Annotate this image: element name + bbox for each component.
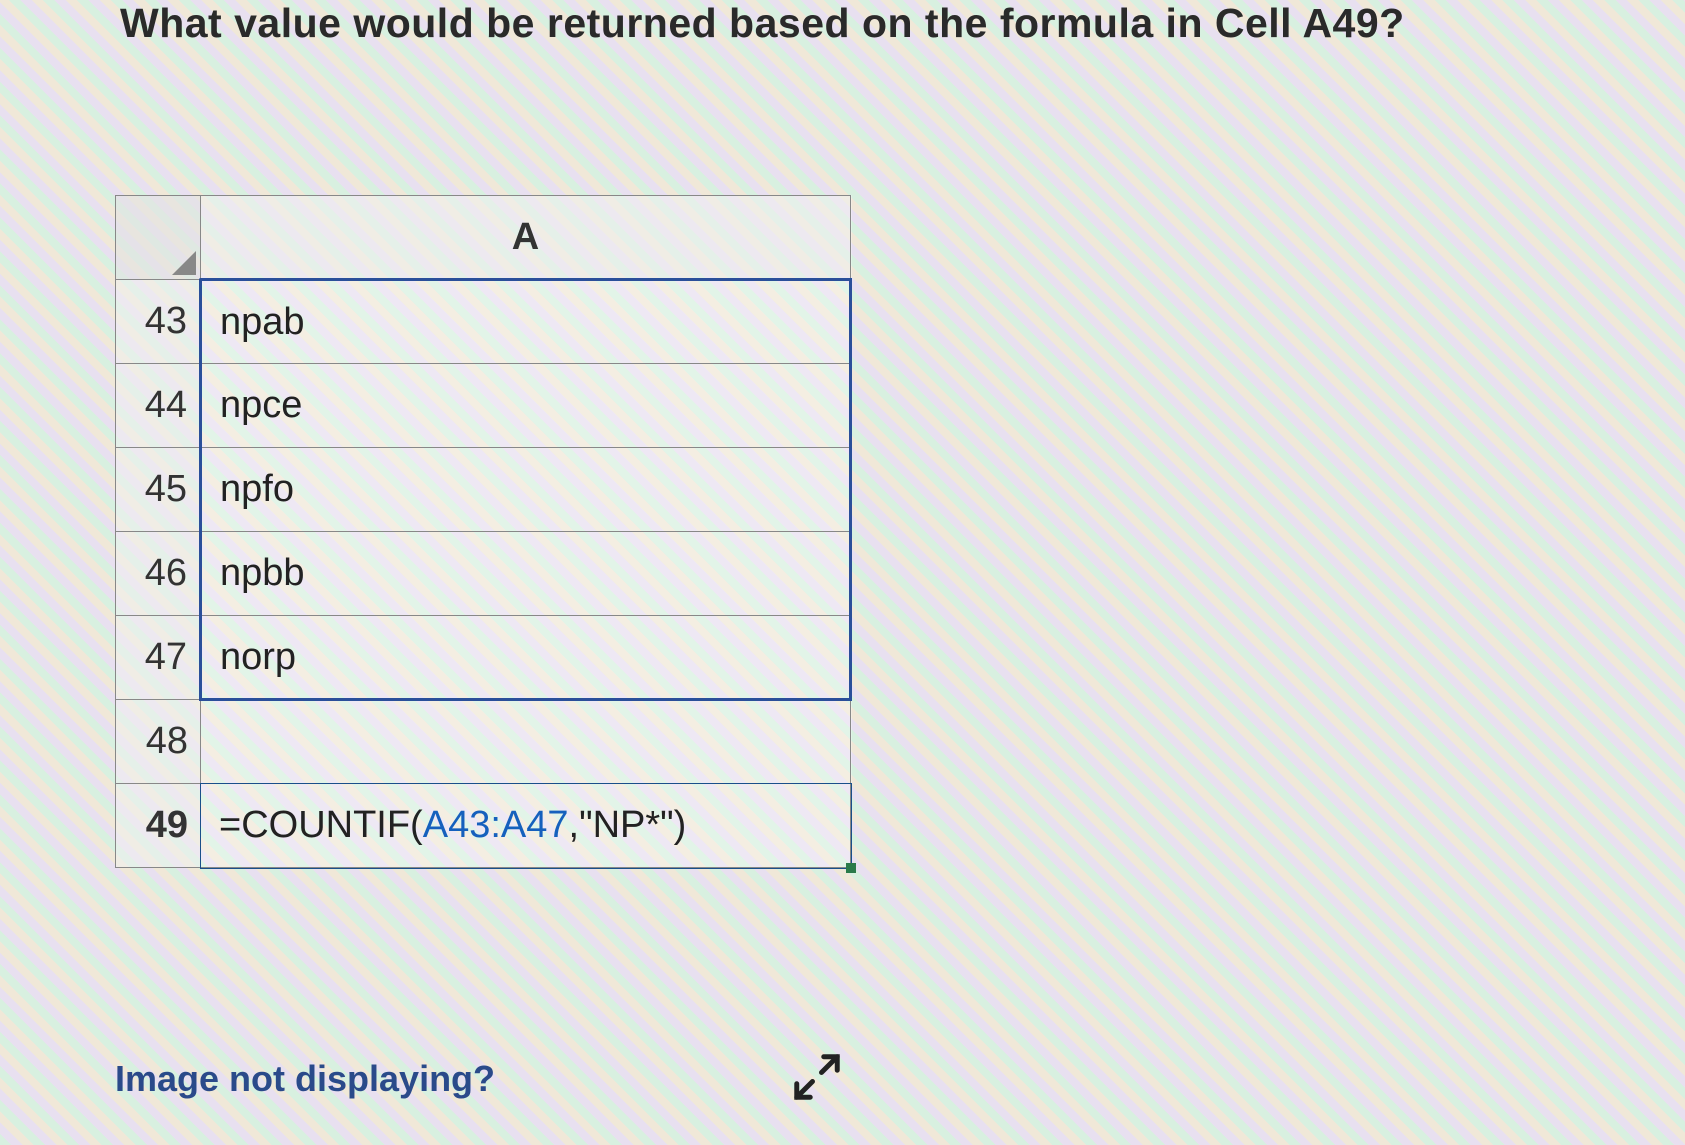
formula-suffix: ,"NP*"): [569, 804, 687, 846]
row-header[interactable]: 43: [116, 280, 201, 364]
cell-a45[interactable]: npfo: [201, 448, 851, 532]
expand-icon[interactable]: [790, 1050, 844, 1109]
row-header[interactable]: 46: [116, 532, 201, 616]
question-text: What value would be returned based on th…: [120, 0, 1405, 47]
row-header[interactable]: 47: [116, 616, 201, 700]
row-header[interactable]: 44: [116, 364, 201, 448]
image-not-displaying-link[interactable]: Image not displaying?: [115, 1058, 495, 1100]
row-header[interactable]: 48: [116, 700, 201, 784]
cell-a46[interactable]: npbb: [201, 532, 851, 616]
cell-a48[interactable]: [201, 700, 851, 784]
row-header[interactable]: 49: [116, 784, 201, 868]
cell-a44[interactable]: npce: [201, 364, 851, 448]
column-header-a[interactable]: A: [201, 196, 851, 280]
formula-range-ref: A43:A47: [423, 804, 569, 846]
row-header[interactable]: 45: [116, 448, 201, 532]
cell-a43[interactable]: npab: [201, 280, 851, 364]
cell-fill-handle-icon[interactable]: [846, 863, 856, 873]
select-all-corner[interactable]: [116, 196, 201, 280]
formula-text: =COUNTIF(A43:A47,"NP*"): [219, 804, 686, 846]
spreadsheet-table: A 43 npab 44 npce 45 npfo 46 npbb 47 nor…: [115, 195, 852, 868]
cell-a49[interactable]: =COUNTIF(A43:A47,"NP*"): [201, 784, 851, 868]
cell-a47[interactable]: norp: [201, 616, 851, 700]
formula-prefix: =COUNTIF(: [219, 804, 423, 846]
